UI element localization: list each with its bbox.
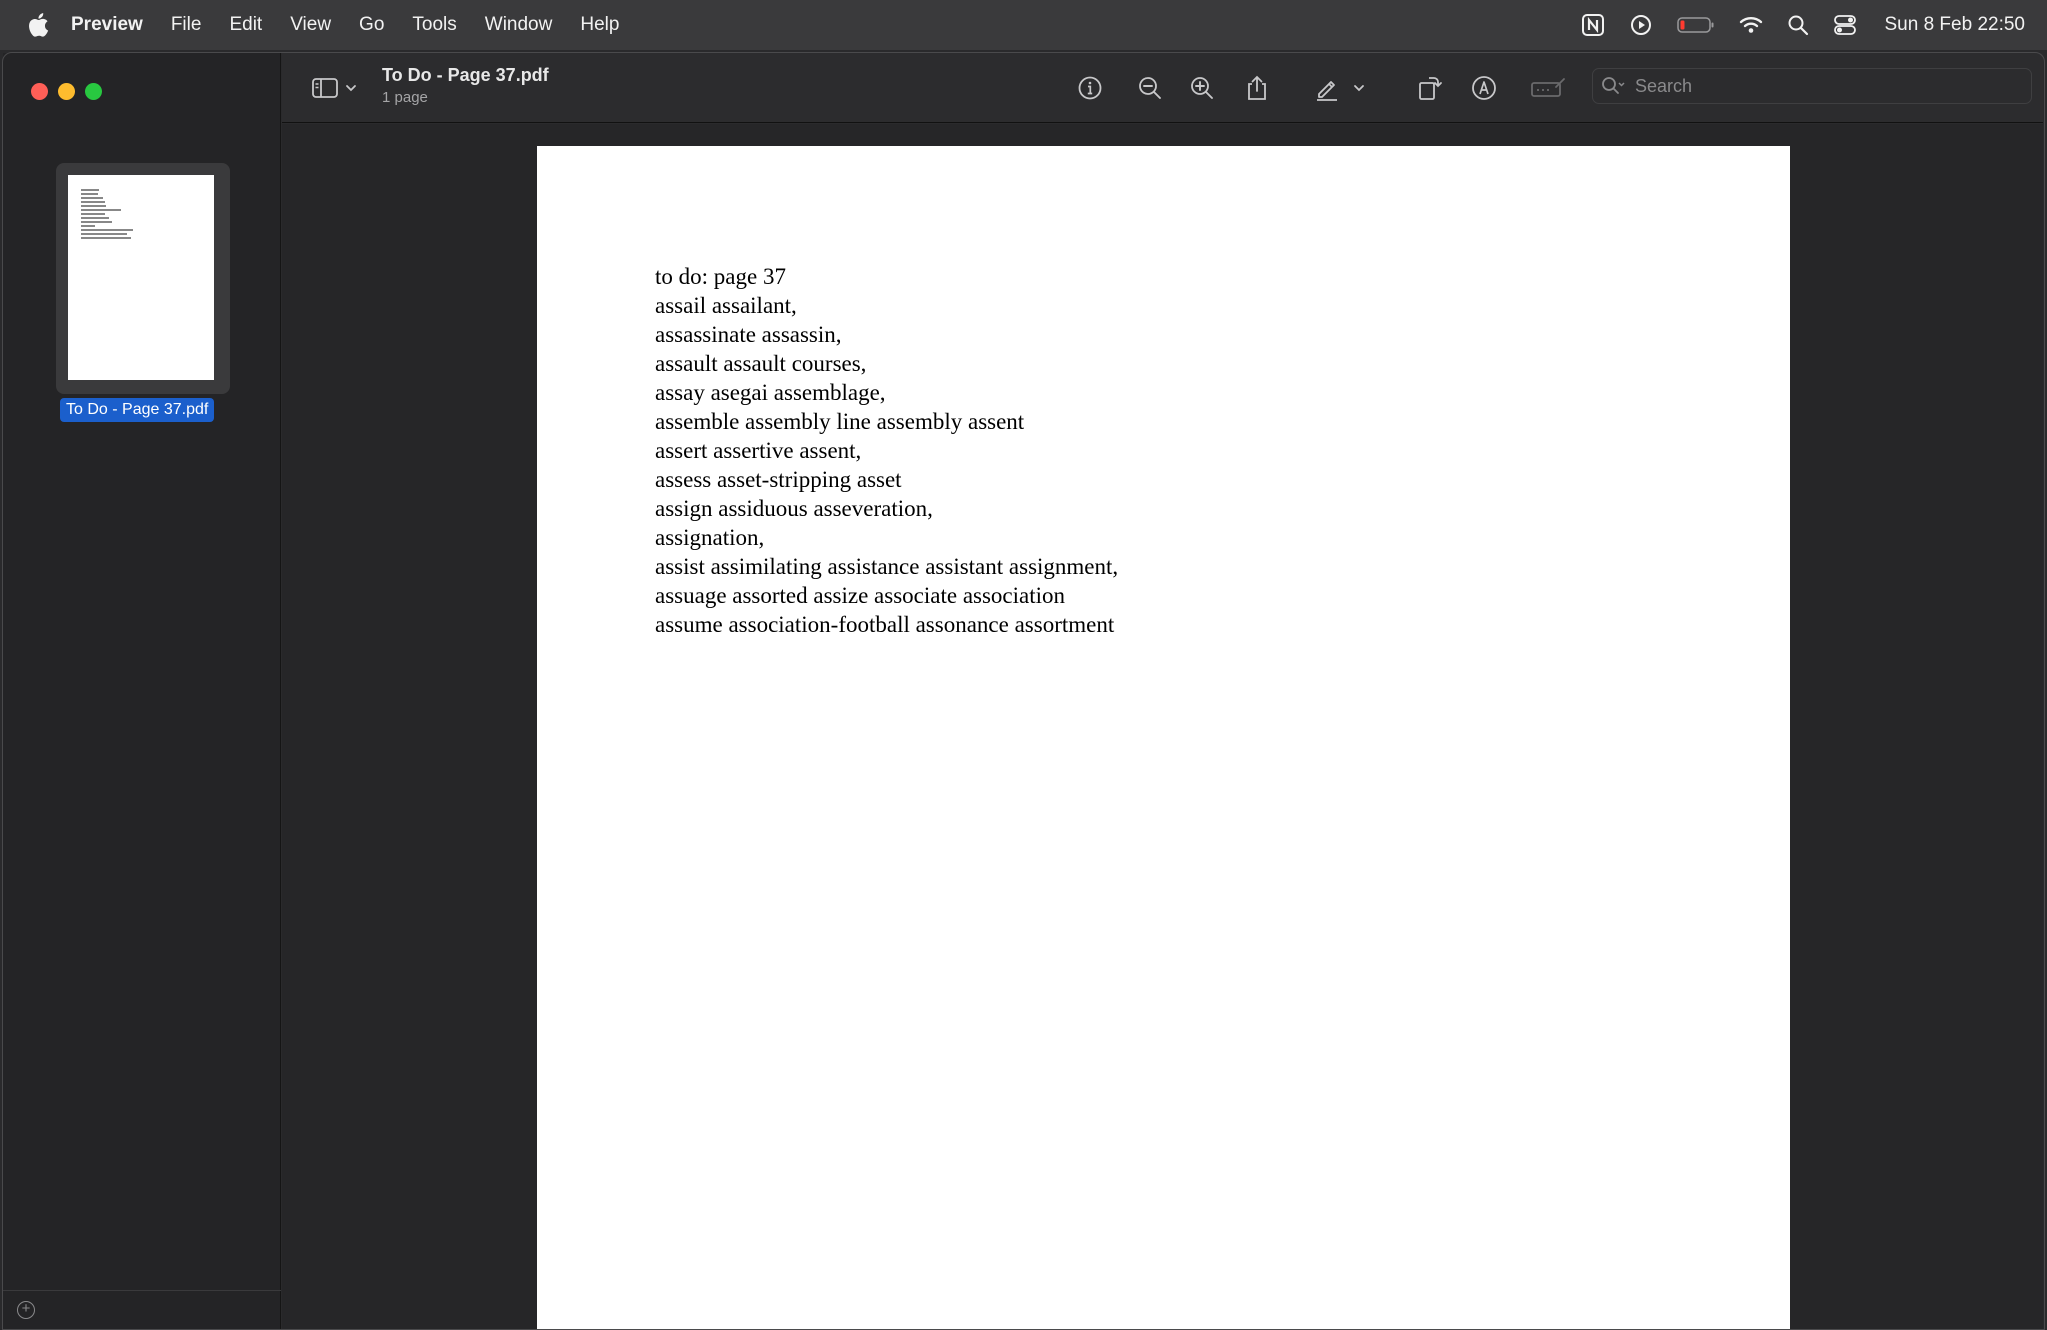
page-thumbnail[interactable] [56,163,230,394]
highlight-button[interactable] [1312,73,1342,103]
preview-window: To Do - Page 37.pdf + To Do - Page 37.pd… [0,50,2047,1330]
control-center-icon[interactable] [1833,14,1857,36]
info-icon [1078,76,1102,100]
thumbnail-sidebar: To Do - Page 37.pdf + [3,53,281,1330]
pdf-page[interactable]: to do: page 37 assail assailant, assassi… [537,146,1790,1330]
menu-bar-clock[interactable]: Sun 8 Feb 22:50 [1885,14,2026,36]
chevron-down-icon [1354,85,1364,92]
text-line: assert assertive assent, [655,438,862,463]
page-thumbnail-image [68,175,214,380]
text-line: assay asegai assemblage, [655,380,886,405]
menu-help[interactable]: Help [580,14,619,36]
menu-app-name[interactable]: Preview [71,14,143,36]
thumbnail-label[interactable]: To Do - Page 37.pdf [60,398,215,422]
rotate-icon [1419,77,1442,100]
sidebar-footer: + [3,1290,281,1330]
search-input[interactable] [1635,75,2015,97]
text-line: assignation, [655,525,765,550]
apple-menu-icon[interactable] [27,12,49,38]
menu-tools[interactable]: Tools [412,14,456,36]
menu-view[interactable]: View [290,14,331,36]
text-line: assign assiduous asseveration, [655,496,933,521]
form-filling-button[interactable] [1528,73,1568,103]
zoom-out-button[interactable] [1135,73,1165,103]
text-line: assault assault courses, [655,351,867,376]
zoom-out-icon [1139,77,1161,99]
wifi-icon[interactable] [1739,15,1763,35]
text-line: assume association-football assonance as… [655,612,1115,637]
markup-button[interactable] [1469,73,1499,103]
play-circle-icon[interactable] [1629,13,1653,37]
document-viewport[interactable]: to do: page 37 assail assailant, assassi… [282,124,2043,1330]
search-icon [1602,77,1625,94]
info-button[interactable] [1075,73,1105,103]
menu-bar: Preview File Edit View Go Tools Window H… [0,0,2047,50]
text-line: to do: page 37 [655,264,786,289]
status-area: Sun 8 Feb 22:50 [1581,0,2026,50]
zoom-window-button[interactable] [85,83,102,100]
document-page-count: 1 page [382,89,428,106]
spotlight-search-icon[interactable] [1787,14,1809,36]
page-text: to do: page 37 assail assailant, assassi… [655,262,1118,639]
zoom-in-icon [1191,77,1213,99]
toolbar: To Do - Page 37.pdf 1 page [282,53,2043,123]
zoom-in-button[interactable] [1187,73,1217,103]
menu-file[interactable]: File [171,14,202,36]
text-line: assemble assembly line assembly assent [655,409,1025,434]
share-icon [1248,75,1266,100]
battery-icon[interactable] [1676,15,1715,35]
add-icon[interactable]: + [17,1301,35,1319]
menu-edit[interactable]: Edit [229,14,262,36]
text-line: assail assailant, [655,293,797,318]
rotate-button[interactable] [1414,73,1444,103]
text-line: assassinate assassin, [655,322,842,347]
text-line: assess asset-stripping asset [655,467,902,492]
sidebar-icon [312,78,356,98]
minimize-window-button[interactable] [58,83,75,100]
text-line: assuage assorted assize associate associ… [655,583,1066,608]
menu-window[interactable]: Window [485,14,553,36]
highlighter-icon [1317,81,1337,101]
highlight-options-button[interactable] [1349,73,1369,103]
document-title: To Do - Page 37.pdf [382,65,549,85]
markup-pen-icon [1472,76,1496,100]
search-field[interactable] [1592,68,2032,104]
sidebar-toggle-button[interactable] [308,73,362,103]
form-fill-icon [1531,78,1565,97]
text-line: assist assimilating assistance assistant… [655,554,1119,579]
close-window-button[interactable] [31,83,48,100]
notion-icon[interactable] [1581,13,1605,37]
menu-go[interactable]: Go [359,14,384,36]
share-button[interactable] [1242,73,1272,103]
